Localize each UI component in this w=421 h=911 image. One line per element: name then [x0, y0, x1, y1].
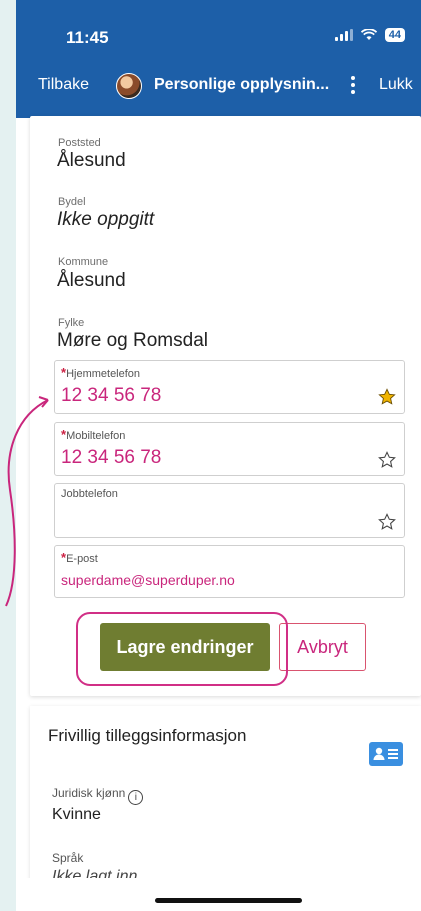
poststed-value: Ålesund: [57, 150, 126, 171]
status-time: 11:45: [66, 28, 109, 47]
home-phone-field[interactable]: *Hjemmetelefon 12 34 56 78: [54, 360, 405, 414]
info-icon[interactable]: i: [128, 790, 144, 805]
work-phone-field[interactable]: Jobbtelefon: [54, 483, 405, 538]
poststed-label: Poststed: [58, 137, 101, 149]
mobile-phone-field[interactable]: *Mobiltelefon 12 34 56 78: [54, 422, 405, 476]
close-link[interactable]: Lukk: [379, 76, 413, 94]
page-title: Personlige opplysnin...: [154, 76, 330, 93]
navigation-row: Tilbake Personlige opplysnin... Lukk: [16, 70, 421, 102]
bydel-label: Bydel: [58, 196, 86, 208]
signal-icon: [334, 29, 353, 41]
contact-card-icon[interactable]: [369, 742, 403, 766]
work-phone-label: Jobbtelefon: [61, 488, 118, 500]
top-bar: 11:45 44 Tilbake Personlige opplysnin...…: [16, 0, 421, 118]
language-label: Språk: [52, 851, 84, 865]
kommune-label: Kommune: [58, 256, 109, 268]
bydel-value: Ikke oppgitt: [57, 209, 155, 230]
fylke-label: Fylke: [58, 317, 85, 329]
battery-icon: 44: [384, 28, 405, 42]
gender-value: Kvinne: [52, 806, 101, 823]
kommune-value: Ålesund: [57, 270, 126, 291]
email-field[interactable]: *E-post superdame@superduper.no: [54, 545, 405, 598]
home-indicator: [155, 898, 302, 903]
avatar: [116, 73, 142, 99]
gender-label-row: Juridisk kjønn i: [52, 786, 144, 805]
mobile-phone-value: 12 34 56 78: [61, 447, 162, 468]
bottom-safe-area: [16, 878, 421, 911]
home-phone-label: Hjemmetelefon: [66, 368, 141, 380]
back-link[interactable]: Tilbake: [38, 76, 89, 94]
save-changes-button[interactable]: Lagre endringer: [100, 623, 270, 671]
star-outline-icon[interactable]: [378, 513, 396, 531]
star-filled-icon[interactable]: [378, 388, 396, 406]
fylke-value: Møre og Romsdal: [57, 330, 208, 351]
mobile-phone-label: Mobiltelefon: [66, 430, 126, 442]
status-icons: 44: [334, 28, 405, 42]
star-outline-icon[interactable]: [378, 451, 396, 469]
home-phone-value: 12 34 56 78: [61, 385, 162, 406]
wifi-icon: [360, 29, 377, 40]
email-label: E-post: [66, 553, 98, 565]
section-title: Frivillig tilleggsinformasjon: [48, 726, 247, 745]
phone-screen: 11:45 44 Tilbake Personlige opplysnin...…: [16, 0, 421, 911]
gender-label: Juridisk kjønn: [52, 786, 126, 800]
more-options-icon[interactable]: [349, 73, 357, 97]
email-value: superdame@superduper.no: [61, 572, 235, 588]
cancel-button[interactable]: Avbryt: [279, 623, 366, 671]
